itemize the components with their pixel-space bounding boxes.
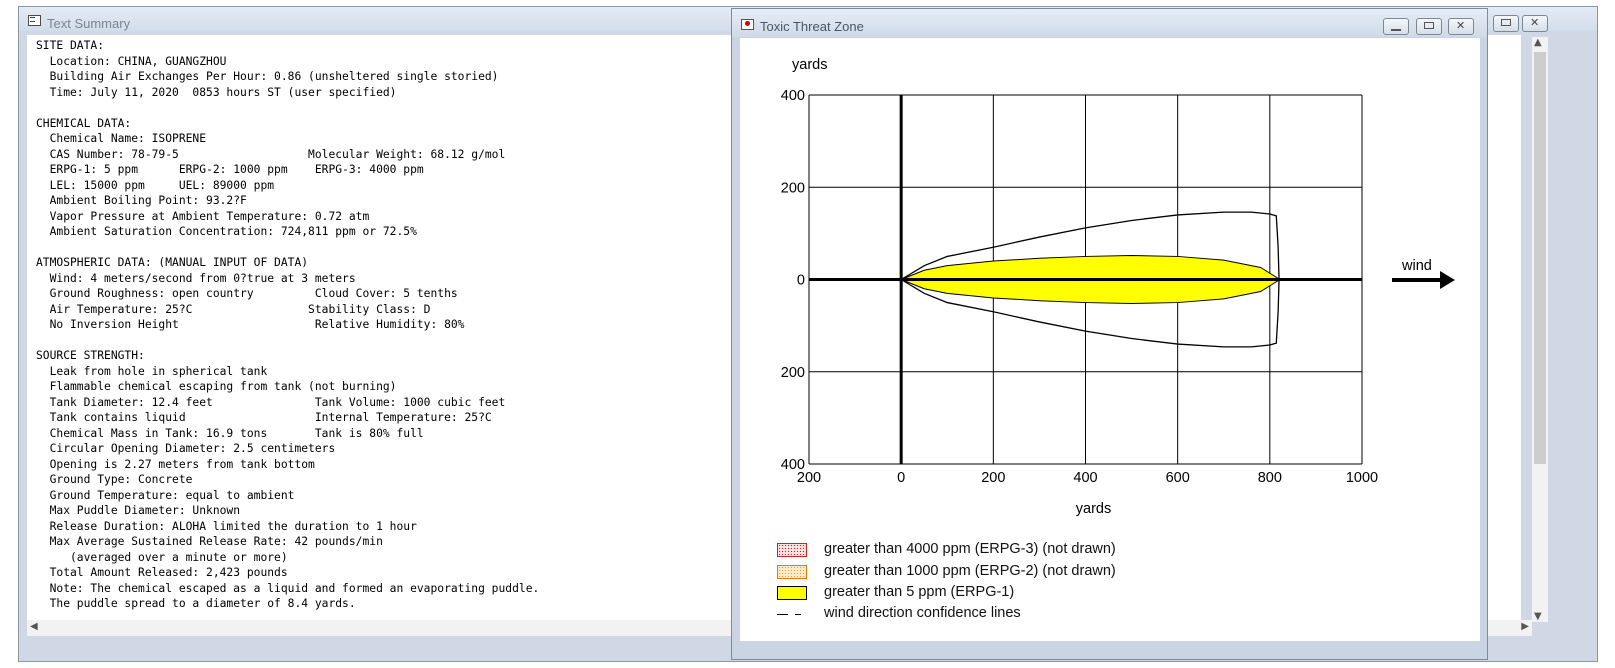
threat-close-button[interactable]: ✕: [1448, 18, 1474, 35]
restore-icon: [1501, 19, 1511, 26]
summary-line: Tank Diameter: 12.4 feet Tank Volume: 10…: [49, 395, 506, 409]
close-icon: ✕: [1456, 19, 1466, 32]
y-tick-label: 0: [797, 273, 805, 289]
threat-zone-title: Toxic Threat Zone: [760, 19, 864, 34]
summary-line: Chemical Name: ISOPRENE: [49, 132, 207, 145]
legend-swatch-conf: [777, 614, 807, 615]
summary-line: Circular Opening Diameter: 2.5 centimete…: [49, 442, 336, 455]
threat-zone-titlebar[interactable]: Toxic Threat Zone ✕: [732, 9, 1487, 37]
minimize-icon: [1391, 22, 1401, 31]
scroll-down-icon[interactable]: ▼: [1534, 611, 1542, 622]
legend-swatch-erpg1: [777, 586, 807, 600]
x-axis-label: yards: [1076, 501, 1111, 517]
summary-line: Chemical Mass in Tank: 16.9 tons Tank is…: [49, 426, 424, 440]
x-tick-label: 400: [1073, 470, 1097, 486]
minimize-button[interactable]: [1383, 18, 1409, 35]
summary-line: Note: The chemical escaped as a liquid a…: [49, 581, 540, 595]
legend-swatch-erpg2: [777, 565, 807, 579]
legend-label: greater than 5 ppm (ERPG-1): [824, 584, 1015, 600]
summary-line: Total Amount Released: 2,423 pounds: [49, 566, 288, 579]
summary-line: Ground Roughness: open country Cloud Cov…: [49, 287, 458, 300]
summary-line: Opening is 2.27 meters from tank bottom: [49, 457, 315, 471]
summary-line: Time: July 11, 2020 0853 hours ST (user …: [49, 85, 397, 99]
summary-line: Ground Temperature: equal to ambient: [49, 488, 295, 502]
y-axis-label: yards: [792, 57, 827, 73]
x-tick-label: 800: [1258, 470, 1282, 486]
maximize-icon: [1424, 22, 1434, 29]
summary-line: Tank contains liquid Internal Temperatur…: [49, 411, 492, 424]
summary-line: Ambient Boiling Point: 93.2?F: [49, 194, 247, 207]
maximize-button[interactable]: [1416, 18, 1442, 35]
threat-zone-plot-area: 200 0 200 400 600 800 1000 400 200 0 200 400 yards ya…: [740, 38, 1480, 641]
summary-line: Ambient Saturation Concentration: 724,81…: [49, 225, 417, 238]
legend-label: greater than 4000 ppm (ERPG-3) (not draw…: [824, 541, 1116, 557]
scroll-right-icon[interactable]: ▶: [1521, 621, 1529, 632]
text-window-icon: [28, 15, 41, 26]
close-icon: ✕: [1530, 16, 1540, 29]
summary-line: CHEMICAL DATA:: [36, 116, 132, 130]
summary-line: LEL: 15000 ppm UEL: 89000 ppm: [49, 178, 275, 192]
scroll-up-icon[interactable]: ▲: [1534, 37, 1542, 48]
summary-line: (averaged over a minute or more): [70, 550, 288, 564]
wind-label: wind: [1401, 258, 1432, 274]
x-tick-label: 1000: [1346, 470, 1378, 486]
wind-arrow-icon: [1440, 271, 1455, 289]
summary-line: ATMOSPHERIC DATA: (MANUAL INPUT OF DATA): [36, 256, 309, 269]
vertical-scrollbar[interactable]: ▲ ▼: [1532, 37, 1548, 622]
summary-line: ERPG-1: 5 ppm ERPG-2: 1000 ppm ERPG-3: 4…: [49, 163, 424, 176]
legend-label: greater than 1000 ppm (ERPG-2) (not draw…: [824, 563, 1116, 579]
summary-line: CAS Number: 78-79-5 Molecular Weight: 68…: [49, 147, 506, 161]
y-tick-label: 200: [781, 365, 805, 381]
summary-line: Max Average Sustained Release Rate: 42 p…: [49, 535, 383, 548]
summary-line: Vapor Pressure at Ambient Temperature: 0…: [49, 209, 370, 223]
summary-line: The puddle spread to a diameter of 8.4 y…: [49, 597, 356, 610]
text-summary-title: Text Summary: [47, 16, 131, 31]
y-tick-label: 400: [781, 88, 805, 104]
summary-line: No Inversion Height Relative Humidity: 8…: [49, 318, 465, 331]
summary-line: Flammable chemical escaping from tank (n…: [49, 380, 397, 393]
summary-line: Building Air Exchanges Per Hour: 0.86 (u…: [49, 70, 499, 83]
legend-swatch-erpg3: [777, 543, 807, 557]
x-tick-label: 600: [1166, 470, 1190, 486]
x-tick-label: 0: [897, 470, 905, 486]
threat-zone-chart: 200 0 200 400 600 800 10004002000200400yardsya…: [781, 57, 1455, 517]
y-tick-label: 400: [781, 457, 805, 473]
summary-text: SITE DATA: Location: CHINA, GUANGZHOU Bu…: [36, 38, 539, 612]
summary-line: SOURCE STRENGTH:: [36, 349, 145, 362]
summary-line: Location: CHINA, GUANGZHOU: [49, 54, 227, 68]
summary-restore-button[interactable]: [1493, 15, 1519, 32]
x-tick-label: 200: [981, 470, 1005, 486]
y-tick-label: 200: [781, 180, 805, 196]
summary-line: Air Temperature: 25?C Stability Class: D: [49, 302, 431, 316]
summary-line: Wind: 4 meters/second from 0?true at 3 m…: [49, 271, 356, 285]
threat-window-icon: [741, 19, 754, 30]
summary-line: Leak from hole in spherical tank: [49, 364, 268, 378]
toxic-threat-zone-window[interactable]: Toxic Threat Zone ✕ 200 0 200 400 600 800 1000…: [731, 8, 1488, 660]
summary-close-button[interactable]: ✕: [1522, 15, 1548, 32]
summary-line: SITE DATA:: [36, 39, 105, 52]
summary-line: Release Duration: ALOHA limited the dura…: [49, 519, 417, 533]
scroll-left-icon[interactable]: ◀: [30, 621, 38, 632]
summary-line: Max Puddle Diameter: Unknown: [49, 504, 241, 517]
scroll-thumb[interactable]: [1534, 52, 1546, 464]
summary-line: Ground Type: Concrete: [49, 473, 193, 486]
legend-label: wind direction confidence lines: [824, 605, 1021, 621]
